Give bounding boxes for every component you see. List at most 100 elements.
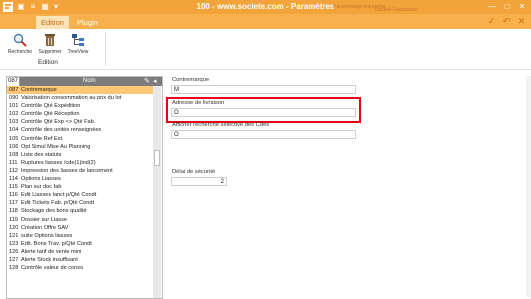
list-item[interactable]: 108 Liste des statuts bbox=[7, 151, 153, 159]
list-item[interactable]: 112 Impression des liasses de lancement bbox=[7, 167, 153, 175]
list-item-name: Edit Tickets Fab. p/Qté Condt bbox=[21, 200, 95, 207]
search-button[interactable]: Recherche bbox=[6, 33, 34, 55]
list-item[interactable]: 118 Stockage des bons qualité bbox=[7, 207, 153, 215]
list-item[interactable]: 102 Contrôle Qté Réception bbox=[7, 110, 153, 118]
search-button-label: Recherche bbox=[7, 49, 33, 55]
ribbon-actions: ✓ ↶ ✕ bbox=[484, 16, 527, 27]
treeview-button[interactable]: TreeView bbox=[64, 33, 92, 55]
list-item-code: 126 bbox=[9, 248, 19, 255]
list-item-name: Stockage des bons qualité bbox=[21, 208, 87, 215]
ribbon-group-divider bbox=[105, 32, 106, 66]
scrollbar-thumb[interactable] bbox=[154, 150, 160, 166]
list-item-code: 114 bbox=[9, 176, 18, 183]
list-scrollbar[interactable] bbox=[153, 86, 161, 298]
list-item[interactable]: 090 Valorisation consommation au prix du … bbox=[7, 94, 153, 102]
list-item[interactable]: 126 Alerte tarif de vente mini bbox=[7, 248, 153, 256]
list-item-code: 123 bbox=[9, 240, 19, 247]
wrench-icon[interactable]: ✎ bbox=[144, 77, 150, 85]
list-item-name: Opt Simul Mise Au Planning bbox=[21, 143, 91, 150]
recherche-selective-label: Afficher recherche sélective des Cdes bbox=[172, 122, 270, 128]
list-item[interactable]: 087 Contremarque bbox=[7, 86, 153, 95]
list-item-name: Création Offre SAV bbox=[21, 224, 69, 231]
list-item[interactable]: 116 Edit Liasses lanct p/Qté Condt bbox=[7, 191, 153, 199]
list-item-name: Plan sur doc fab bbox=[21, 184, 62, 191]
list-item-code: 117 bbox=[9, 200, 18, 207]
list-item[interactable]: 104 Contrôle des unités renseignées bbox=[7, 126, 153, 134]
list-item-name: Alerte Stock insuffisant bbox=[21, 256, 78, 263]
list-item-code: 119 bbox=[9, 216, 18, 223]
list-item-code: 103 bbox=[9, 119, 19, 126]
delai-securite-field[interactable]: 2 bbox=[171, 177, 227, 186]
adresse-livraison-field[interactable]: O bbox=[171, 108, 356, 117]
list-item[interactable]: 101 Contrôle Qté Expédition bbox=[7, 102, 153, 110]
list-item-code: 106 bbox=[9, 143, 19, 150]
list-rows: 087 Contremarque 090 Valorisation consommat… bbox=[7, 86, 153, 272]
undo-icon[interactable]: ↶ bbox=[501, 16, 512, 27]
close-icon[interactable]: ✕ bbox=[516, 16, 527, 27]
list-item[interactable]: 115 Plan sur doc fab bbox=[7, 183, 153, 191]
list-item[interactable]: 103 Contrôle Qté Exp <> Qté Fab. bbox=[7, 118, 153, 126]
close-button[interactable]: ✕ bbox=[517, 2, 527, 12]
validate-check-icon[interactable]: ✓ bbox=[486, 16, 497, 27]
list-item-code: 090 bbox=[9, 95, 19, 102]
list-item[interactable]: 114 Options Liasses bbox=[7, 175, 153, 183]
list-item[interactable]: 120 Création Offre SAV bbox=[7, 224, 153, 232]
faded-text-2: Société Facturation bbox=[375, 7, 419, 13]
list-item-code: 101 bbox=[9, 103, 19, 110]
sort-icon[interactable]: ◂ bbox=[153, 77, 157, 85]
list-item-code: 102 bbox=[9, 111, 19, 118]
ribbon-tab-bar: Edition Plugin ✓ ↶ ✕ bbox=[0, 14, 531, 29]
list-item-name: Edit. Bons Trav. p/Qté Condt bbox=[21, 240, 92, 247]
list-item-code: 116 bbox=[9, 192, 18, 199]
list-item-code: 121 bbox=[9, 232, 19, 239]
list-item[interactable]: 106 Opt Simul Mise Au Planning bbox=[7, 143, 153, 151]
delai-securite-label: Délai de sécurité bbox=[172, 169, 216, 175]
minimize-button[interactable]: — bbox=[487, 2, 497, 12]
window-title: 100 - www.societe.com - Paramètres bbox=[196, 2, 335, 11]
list-item-code: 120 bbox=[9, 224, 19, 231]
trash-icon bbox=[43, 33, 57, 47]
tab-plugin[interactable]: Plugin bbox=[72, 16, 103, 29]
delete-button[interactable]: Supprimer bbox=[36, 33, 64, 55]
form-scrollbar[interactable] bbox=[526, 76, 531, 297]
list-header: 087 Nom ✎ ◂ bbox=[7, 77, 162, 86]
list-item-name: suite Options liasses bbox=[21, 232, 73, 239]
list-item-name: Contrôle Qté Expédition bbox=[21, 103, 81, 110]
list-item-name: Dossier sur Liasse bbox=[21, 216, 68, 223]
list-item-code: 112 bbox=[9, 167, 18, 174]
list-item-name: Contrôle Qté Réception bbox=[21, 111, 80, 118]
list-item-name: Ruptures liasses /cde(1)ind(2) bbox=[21, 159, 96, 166]
list-item-name: Edit Liasses lanct p/Qté Condt bbox=[21, 192, 97, 199]
ribbon-group-label: Edition bbox=[38, 59, 58, 66]
list-item-code: 105 bbox=[9, 135, 19, 142]
list-item[interactable]: 119 Dossier sur Liasse bbox=[7, 216, 153, 224]
list-item[interactable]: 127 Alerte Stock insuffisant bbox=[7, 256, 153, 264]
list-item[interactable]: 123 Edit. Bons Trav. p/Qté Condt bbox=[7, 240, 153, 248]
tab-edition[interactable]: Edition bbox=[36, 16, 69, 29]
parameter-list: 087 Nom ✎ ◂ 087 Contremarque 090 Valorisati… bbox=[6, 76, 163, 299]
maximize-button[interactable]: □ bbox=[502, 2, 512, 12]
list-item-name: Contrôle valeur de conso bbox=[21, 265, 84, 272]
list-header-name[interactable]: Nom bbox=[83, 78, 96, 84]
recherche-selective-field[interactable]: O bbox=[171, 130, 356, 139]
contremarque-field[interactable]: M bbox=[171, 85, 356, 94]
list-item[interactable]: 105 Contrôle Ref Ext. bbox=[7, 135, 153, 143]
title-bar: ▣ ≡ ▦ ▾ 100 - www.societe.com - Paramètr… bbox=[0, 0, 531, 14]
list-item-name: Impression des liasses de lancement bbox=[21, 167, 113, 174]
list-item[interactable]: 128 Contrôle valeur de conso bbox=[7, 264, 153, 272]
list-header-code[interactable]: 087 bbox=[7, 77, 20, 86]
list-item[interactable]: 111 Ruptures liasses /cde(1)ind(2) bbox=[7, 159, 153, 167]
list-item-code: 104 bbox=[9, 127, 19, 134]
treeview-button-label: TreeView bbox=[67, 49, 89, 55]
delete-button-label: Supprimer bbox=[38, 49, 62, 55]
list-item-code: 108 bbox=[9, 151, 19, 158]
list-item-code: 111 bbox=[9, 159, 18, 166]
list-item-name: Contremarque bbox=[21, 87, 57, 93]
list-item-name: Liste des statuts bbox=[21, 151, 62, 158]
list-item[interactable]: 117 Edit Tickets Fab. p/Qté Condt bbox=[7, 199, 153, 207]
contremarque-label: Contremarque bbox=[172, 77, 210, 83]
list-item-name: Contrôle des unités renseignées bbox=[21, 127, 102, 134]
list-item-name: Contrôle Ref Ext. bbox=[21, 135, 64, 142]
list-item[interactable]: 121 suite Options liasses bbox=[7, 232, 153, 240]
list-item-code: 115 bbox=[9, 184, 18, 191]
